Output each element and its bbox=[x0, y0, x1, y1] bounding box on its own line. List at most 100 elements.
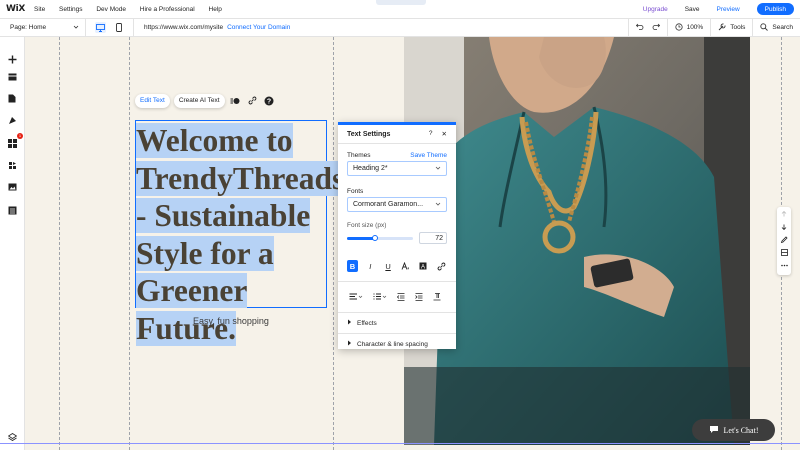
search-icon bbox=[760, 22, 769, 33]
alignment-buttons bbox=[338, 282, 456, 312]
edit-text-button[interactable]: Edit Text bbox=[135, 93, 170, 108]
create-ai-text-button[interactable]: Create AI Text bbox=[173, 93, 225, 108]
fonts-section: Fonts Cormorant Garamon... bbox=[338, 176, 456, 212]
caret-right-icon bbox=[347, 319, 352, 327]
themes-section: Themes Save Theme Heading 2* bbox=[338, 144, 456, 176]
font-dropdown[interactable]: Cormorant Garamon... bbox=[347, 197, 447, 212]
link-icon[interactable] bbox=[436, 260, 447, 272]
section-guide-left bbox=[59, 37, 60, 450]
more-icon[interactable] bbox=[777, 259, 791, 272]
toolbar-right: 100% Tools Search bbox=[627, 19, 800, 36]
move-down-icon[interactable] bbox=[777, 220, 791, 233]
tools-icon bbox=[718, 23, 726, 33]
crop-icon[interactable] bbox=[777, 246, 791, 259]
font-value: Cormorant Garamon... bbox=[353, 201, 424, 208]
zoom-value: 100% bbox=[686, 24, 704, 31]
collapse-tab[interactable] bbox=[376, 0, 426, 5]
page-heading[interactable]: Welcome to TrendyThreads - Sustainable S… bbox=[136, 122, 345, 348]
pages-icon[interactable] bbox=[6, 92, 18, 104]
menu-site[interactable]: Site bbox=[34, 6, 45, 13]
link-icon[interactable] bbox=[246, 94, 259, 107]
text-color-icon[interactable] bbox=[400, 260, 411, 272]
menu-settings[interactable]: Settings bbox=[59, 6, 83, 13]
undo-icon[interactable] bbox=[635, 23, 644, 32]
zoom-icon bbox=[674, 22, 683, 33]
business-icon[interactable] bbox=[6, 159, 18, 171]
bullet-list-icon[interactable] bbox=[371, 291, 389, 303]
effects-label: Effects bbox=[357, 319, 377, 327]
slider-handle[interactable] bbox=[371, 234, 378, 241]
layers-icon[interactable] bbox=[6, 431, 18, 443]
theme-dropdown[interactable]: Heading 2* bbox=[347, 161, 447, 176]
design-icon[interactable] bbox=[6, 114, 18, 126]
wix-logo[interactable]: WiX bbox=[6, 4, 34, 14]
column-guide-left bbox=[129, 37, 130, 450]
left-sidebar: 1 bbox=[0, 37, 25, 450]
search-button[interactable]: Search bbox=[752, 19, 800, 36]
chat-button[interactable]: Let's Chat! bbox=[692, 419, 775, 441]
heading-line-5: Greener Future. bbox=[136, 273, 248, 346]
spacing-label: Character & line spacing bbox=[357, 340, 428, 348]
heading-line-3: - Sustainable bbox=[136, 198, 311, 234]
upgrade-link[interactable]: Upgrade bbox=[643, 6, 668, 13]
tools-button[interactable]: Tools bbox=[710, 19, 752, 36]
editor-toolbar: Page: Home https://www.wix.com/mysite Co… bbox=[0, 19, 800, 37]
edit-pen-icon[interactable] bbox=[777, 233, 791, 246]
add-section-icon[interactable] bbox=[6, 71, 18, 83]
publish-button[interactable]: Publish bbox=[756, 3, 794, 15]
align-left-icon[interactable] bbox=[347, 291, 365, 303]
text-settings-panel: Text Settings ? ✕ Themes Save Theme Head… bbox=[338, 122, 456, 349]
font-size-input[interactable]: 72 bbox=[419, 232, 447, 244]
text-edit-toolbar: Edit Text Create AI Text ? bbox=[135, 93, 276, 108]
svg-text:A: A bbox=[421, 264, 425, 270]
notification-badge: 1 bbox=[17, 133, 23, 139]
chevron-down-icon bbox=[73, 24, 79, 32]
connect-domain-link[interactable]: Connect Your Domain bbox=[227, 24, 290, 31]
font-size-slider[interactable] bbox=[347, 234, 413, 241]
bold-button[interactable]: B bbox=[347, 260, 358, 272]
underline-button[interactable]: U bbox=[383, 260, 394, 272]
heading-line-4: Style for a bbox=[136, 235, 274, 271]
effects-section[interactable]: Effects bbox=[338, 312, 456, 333]
menu-dev-mode[interactable]: Dev Mode bbox=[96, 6, 126, 13]
desktop-icon[interactable] bbox=[94, 22, 106, 33]
slider-fill bbox=[347, 236, 375, 240]
header-actions: Upgrade Save Preview Publish bbox=[643, 3, 794, 15]
subtitle-text[interactable]: Easy, fun shopping bbox=[135, 316, 327, 326]
italic-button[interactable]: I bbox=[365, 260, 376, 272]
media-icon[interactable] bbox=[6, 181, 18, 193]
redo-icon[interactable] bbox=[652, 23, 660, 32]
add-elements-icon[interactable] bbox=[6, 53, 18, 65]
close-icon[interactable]: ✕ bbox=[442, 130, 447, 138]
apps-icon[interactable]: 1 bbox=[6, 133, 23, 149]
cms-icon[interactable] bbox=[6, 204, 18, 216]
move-up-icon[interactable] bbox=[777, 207, 791, 220]
animation-icon[interactable] bbox=[229, 94, 242, 107]
highlight-icon[interactable]: A bbox=[418, 260, 429, 272]
preview-button[interactable]: Preview bbox=[717, 6, 740, 13]
spacing-section[interactable]: Character & line spacing bbox=[338, 333, 456, 349]
panel-title: Text Settings bbox=[347, 130, 391, 138]
indent-icon[interactable] bbox=[413, 291, 425, 303]
menu-help[interactable]: Help bbox=[209, 6, 222, 13]
theme-value: Heading 2* bbox=[353, 165, 388, 172]
save-button[interactable]: Save bbox=[685, 6, 700, 13]
menu-hire-professional[interactable]: Hire a Professional bbox=[140, 6, 195, 13]
outdent-icon[interactable] bbox=[395, 291, 407, 303]
mobile-icon[interactable] bbox=[114, 22, 125, 33]
text-direction-icon[interactable] bbox=[431, 291, 443, 303]
undo-redo bbox=[627, 19, 667, 36]
top-menu: Site Settings Dev Mode Hire a Profession… bbox=[34, 6, 234, 13]
chevron-down-icon bbox=[435, 201, 441, 209]
help-icon[interactable]: ? bbox=[263, 94, 276, 107]
caret-right-icon bbox=[347, 340, 352, 348]
heading-line-2: TrendyThreads bbox=[136, 160, 345, 196]
zoom-control[interactable]: 100% bbox=[666, 19, 711, 36]
help-icon[interactable]: ? bbox=[429, 130, 433, 138]
save-theme-link[interactable]: Save Theme bbox=[410, 152, 447, 159]
page-selector[interactable]: Page: Home bbox=[0, 19, 86, 36]
top-bar: WiX Site Settings Dev Mode Hire a Profes… bbox=[0, 0, 800, 19]
url-text: https://www.wix.com/mysite bbox=[144, 24, 224, 31]
font-size-label: Font size (px) bbox=[347, 222, 387, 229]
page-selector-label: Page: Home bbox=[10, 24, 47, 31]
